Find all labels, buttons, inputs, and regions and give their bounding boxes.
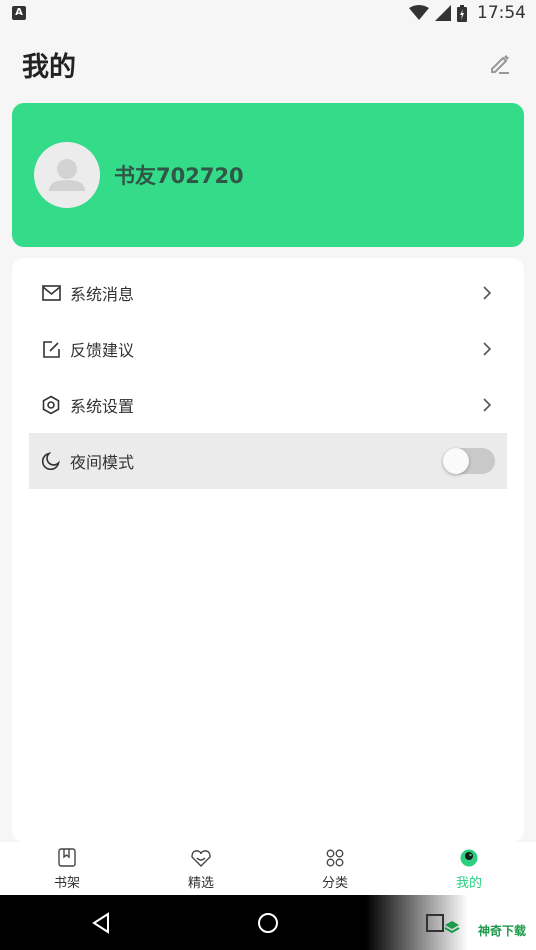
- status-time: 17:54: [477, 3, 526, 23]
- system-nav-bar: 神奇下载: [0, 895, 536, 950]
- chevron-right-icon: [483, 398, 492, 412]
- page-title: 我的: [22, 51, 76, 83]
- mail-icon: [41, 283, 61, 303]
- featured-icon: [190, 847, 212, 869]
- menu-item-night-mode[interactable]: 夜间模式: [29, 433, 507, 489]
- nav-item-profile[interactable]: 我的: [402, 842, 536, 895]
- notification-icon: A: [12, 6, 26, 20]
- status-bar: A 17:54: [0, 0, 536, 26]
- menu-item-label: 夜间模式: [70, 453, 135, 472]
- settings-icon: [41, 395, 61, 415]
- back-button[interactable]: [87, 909, 115, 937]
- profile-card[interactable]: 书友702720: [12, 103, 524, 247]
- moon-icon: [41, 451, 61, 471]
- edit-button[interactable]: [486, 50, 514, 78]
- username[interactable]: 书友702720: [114, 160, 244, 190]
- chevron-right-icon: [483, 286, 492, 300]
- menu-item-feedback[interactable]: 反馈建议: [29, 321, 507, 377]
- profile-icon: [458, 847, 480, 869]
- chevron-right-icon: [483, 342, 492, 356]
- menu-item-label: 系统消息: [70, 285, 135, 304]
- menu-card: 系统消息 反馈建议 系统设置 夜间模式: [12, 258, 524, 842]
- wifi-icon: [409, 5, 429, 20]
- menu-item-system-messages[interactable]: 系统消息: [29, 265, 507, 321]
- default-avatar-icon: [49, 159, 85, 191]
- nav-item-featured[interactable]: 精选: [134, 842, 268, 895]
- back-icon: [92, 912, 109, 934]
- nav-label: 我的: [455, 875, 482, 891]
- menu-item-label: 系统设置: [70, 397, 135, 416]
- battery-icon: [457, 4, 467, 22]
- bottom-nav: 书架 精选 分类 我的: [0, 842, 536, 895]
- watermark-text: 神奇下载: [477, 924, 526, 938]
- watermark: 神奇下载: [366, 895, 536, 950]
- menu-item-system-settings[interactable]: 系统设置: [29, 377, 507, 433]
- recents-button[interactable]: [421, 909, 449, 937]
- edit-icon: [491, 55, 509, 74]
- recents-icon: [426, 914, 444, 932]
- category-icon: [324, 847, 346, 869]
- avatar[interactable]: [34, 142, 100, 208]
- home-icon: [258, 913, 278, 933]
- nav-label: 精选: [187, 875, 214, 891]
- feedback-icon: [41, 339, 61, 359]
- toggle-knob: [443, 448, 469, 474]
- menu-item-label: 反馈建议: [70, 341, 135, 360]
- nav-item-bookshelf[interactable]: 书架: [0, 842, 134, 895]
- bookshelf-icon: [56, 847, 78, 869]
- signal-icon: [435, 5, 451, 21]
- nav-item-category[interactable]: 分类: [268, 842, 402, 895]
- nav-label: 书架: [53, 875, 80, 891]
- home-button[interactable]: [254, 909, 282, 937]
- nav-label: 分类: [321, 875, 348, 891]
- header: 我的: [0, 26, 536, 102]
- night-mode-toggle[interactable]: [443, 448, 495, 474]
